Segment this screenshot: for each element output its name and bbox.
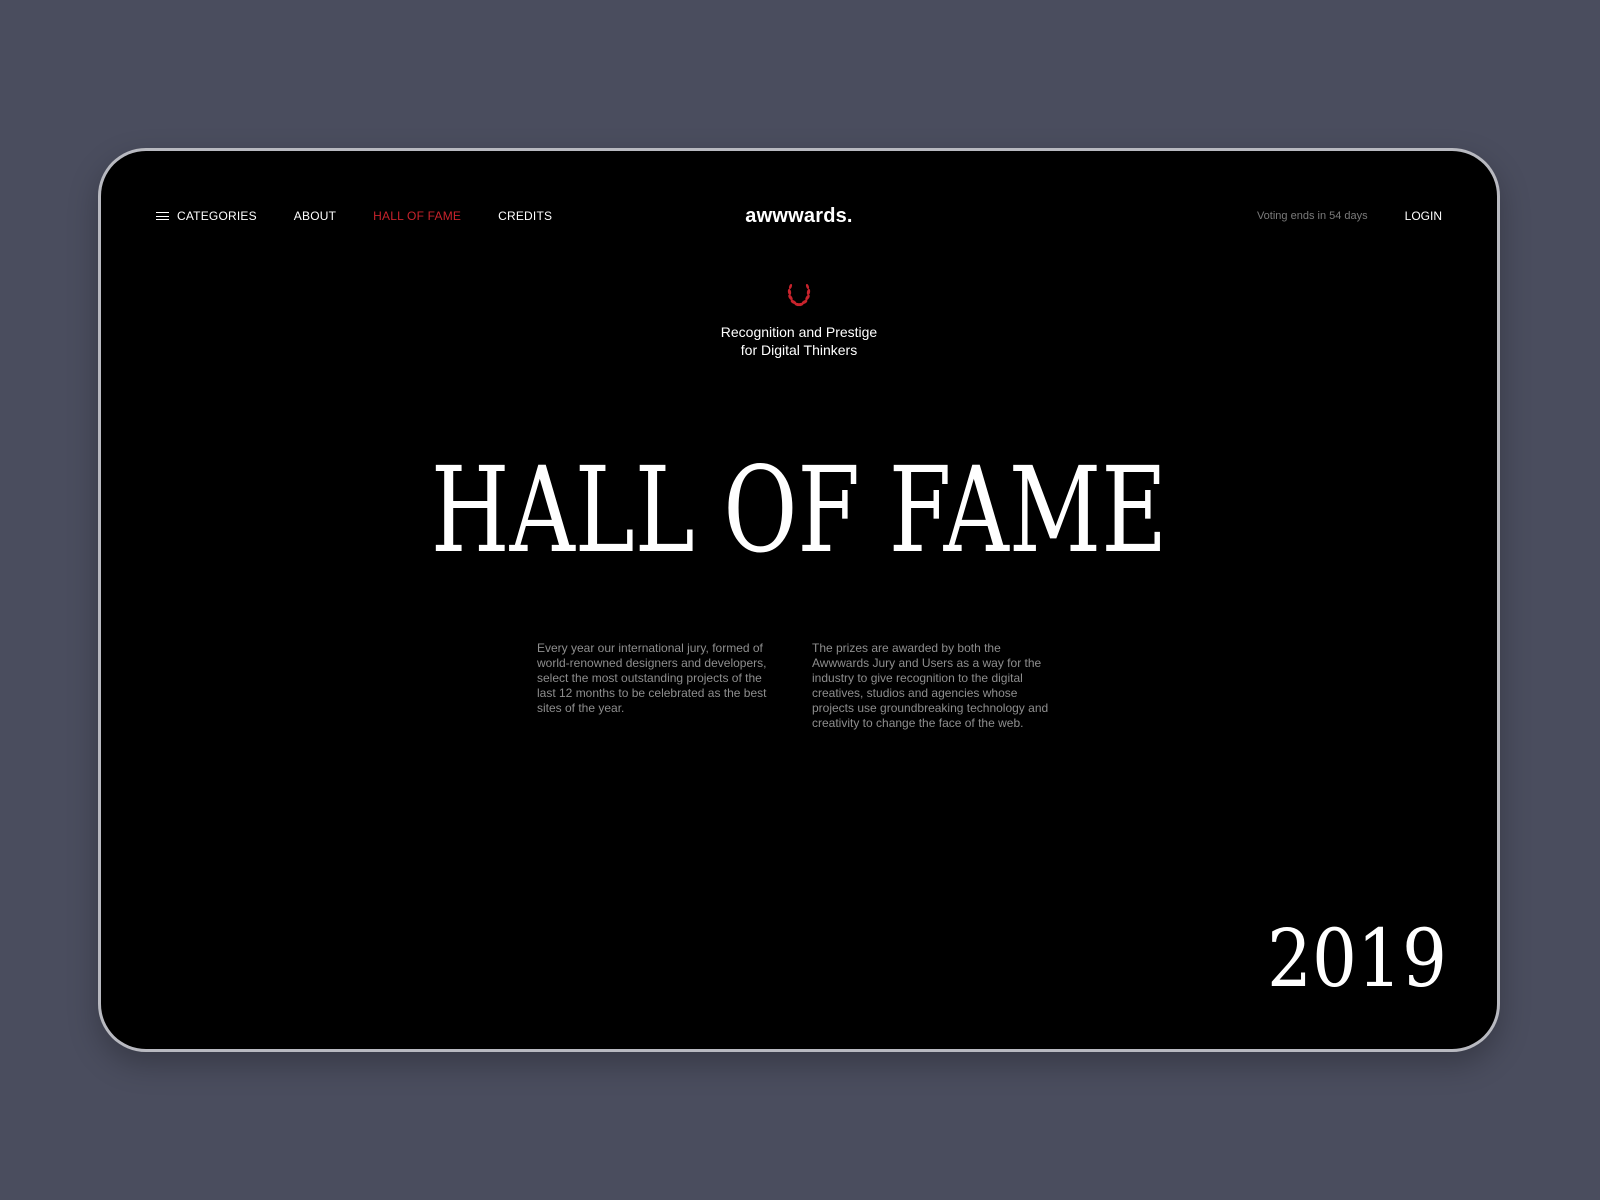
awwwards-logo[interactable]: awwwards. [745,205,852,227]
tagline-line-1: Recognition and Prestige [720,324,878,340]
top-navigation: CATEGORIES ABOUT HALL OF FAME CREDITS aw… [101,201,1497,231]
tagline-line-2: for Digital Thinkers [740,342,858,358]
page-title-wrapper: HALL OF FAME [201,409,1397,579]
laurel-icon [785,281,813,309]
intro-columns: Every year our international jury, forme… [537,641,1057,731]
intro-paragraph-right: The prizes are awarded by both the Awwwa… [812,641,1049,730]
intro-paragraph-left: Every year our international jury, forme… [537,641,767,715]
voting-status: Voting ends in 54 days [1256,210,1368,222]
device-frame: CATEGORIES ABOUT HALL OF FAME CREDITS aw… [98,148,1500,1052]
login-link[interactable]: LOGIN [1405,209,1442,223]
year-label: 2019 [1267,912,1447,1005]
screen: CATEGORIES ABOUT HALL OF FAME CREDITS aw… [101,151,1497,1049]
page-title: HALL OF FAME [431,442,1167,579]
year-wrapper: 2019 [1257,912,1447,1005]
nav-right: Voting ends in 54 days LOGIN [1257,201,1442,231]
tagline: Recognition and Prestige for Digital Thi… [101,323,1497,359]
